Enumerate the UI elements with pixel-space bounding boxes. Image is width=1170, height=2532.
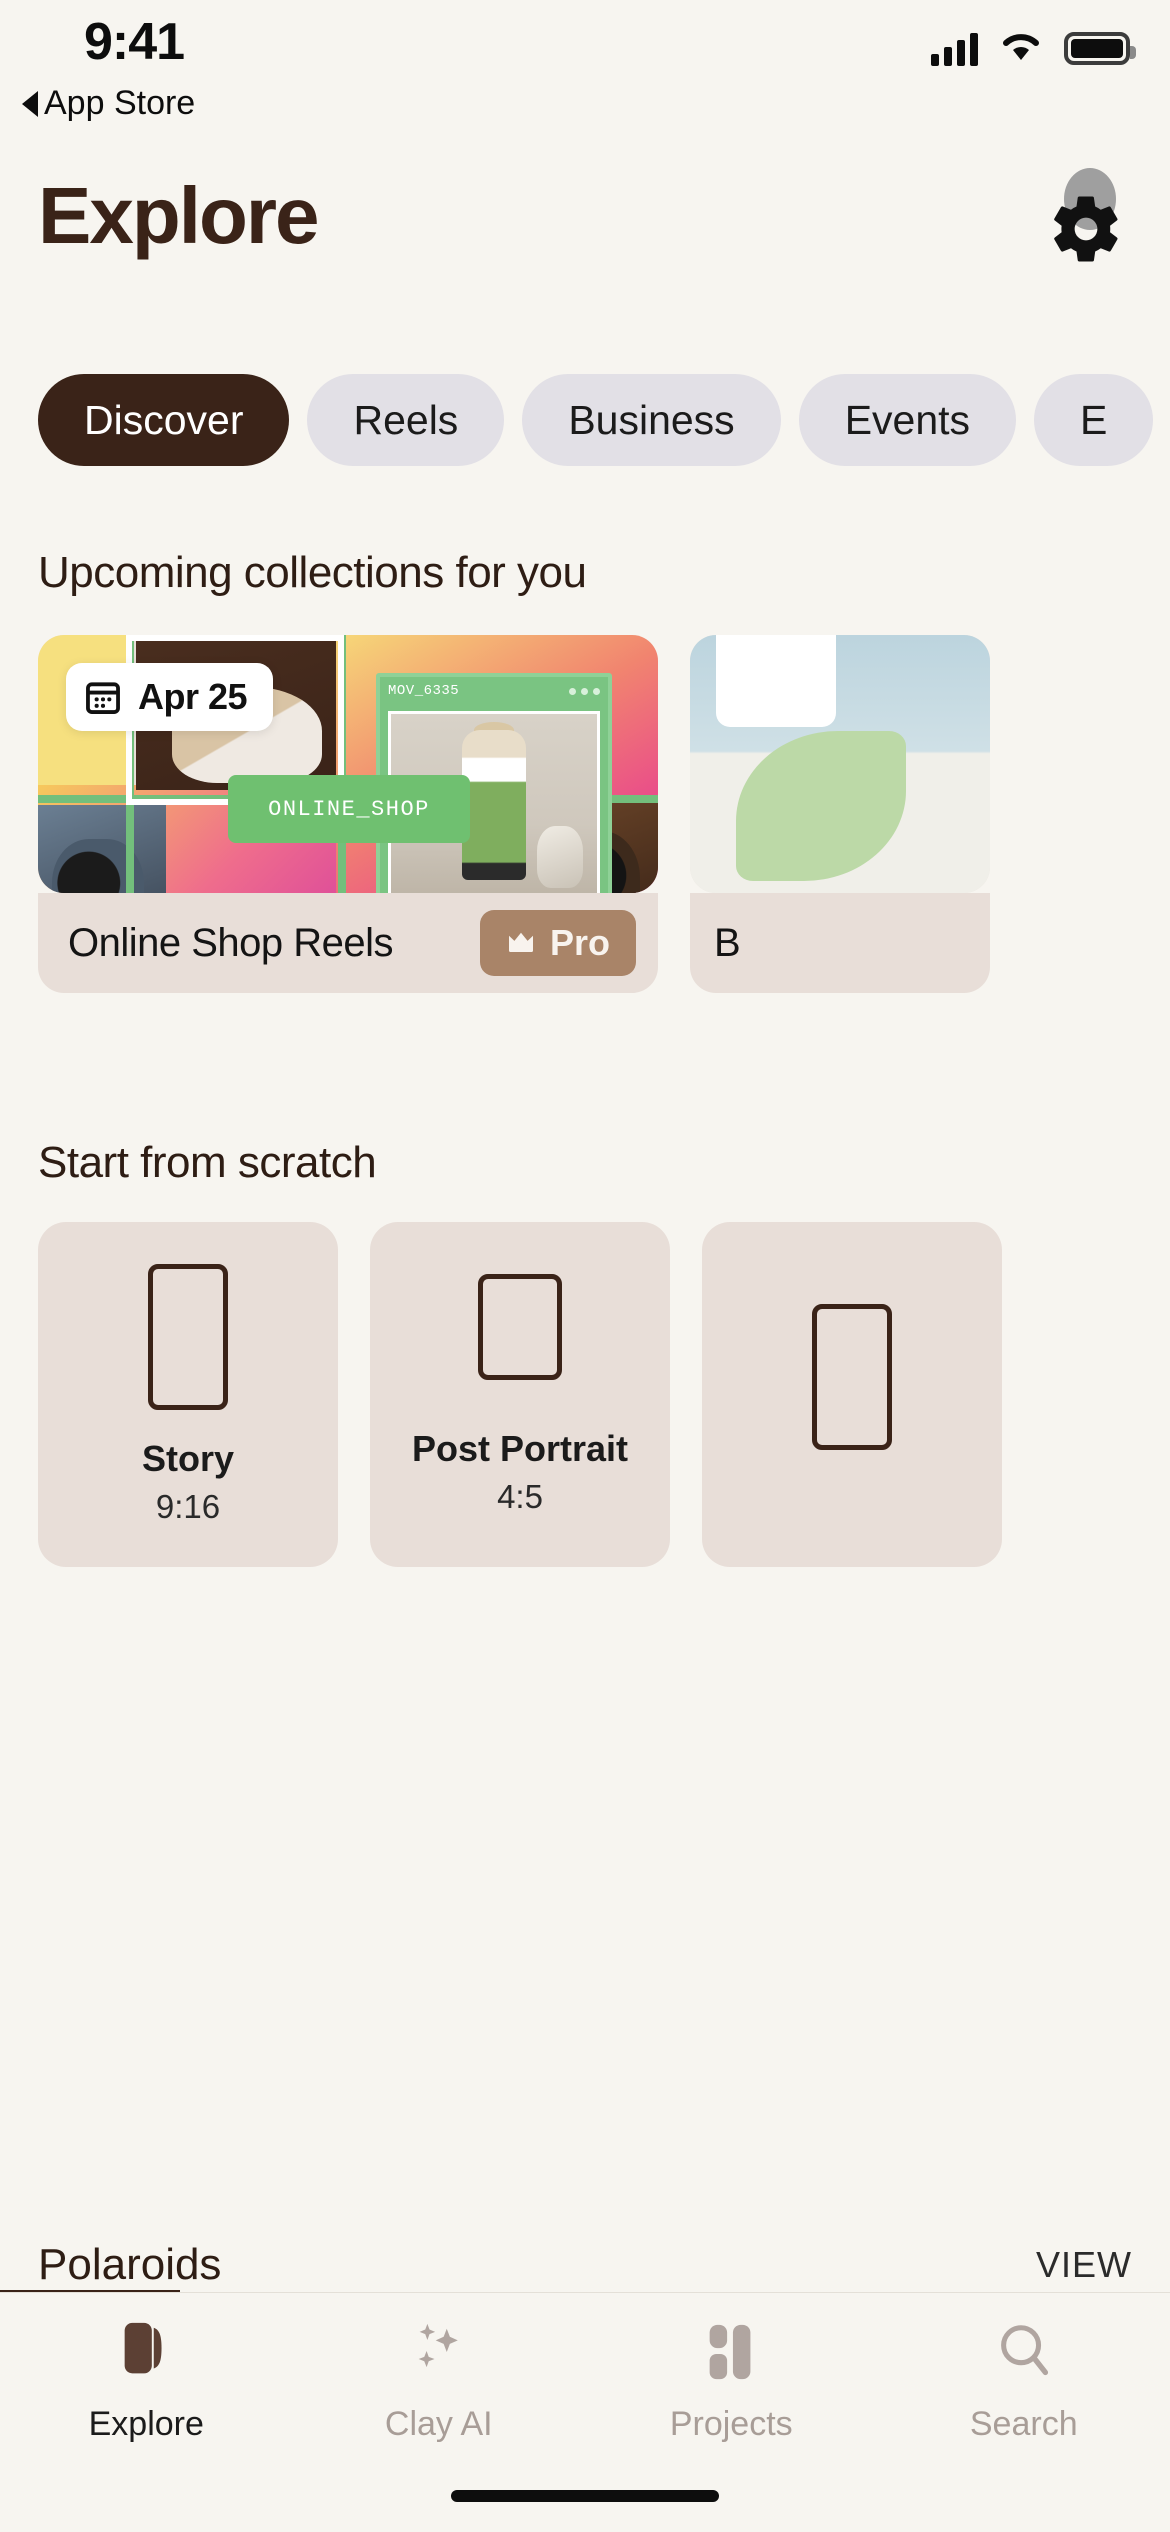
tab-events[interactable]: Events (798, 374, 1017, 466)
nav-label-projects: Projects (669, 2405, 793, 2443)
portrait-frame-icon (478, 1273, 562, 1380)
nav-label-explore: Explore (88, 2405, 204, 2443)
nav-item-projects[interactable]: Projects (585, 2319, 878, 2444)
scratch-card-partial[interactable] (702, 1222, 1002, 1567)
collection-card-footer: Online Shop Reels Pro (38, 893, 658, 993)
search-icon (994, 2319, 1054, 2385)
page-title: Explore (38, 171, 319, 260)
battery-full-icon (1064, 32, 1136, 65)
tab-partial[interactable]: E (1034, 374, 1154, 466)
nav-item-clay-ai[interactable]: Clay AI (293, 2319, 586, 2444)
category-tabs[interactable]: Discover Reels Business Events E (0, 365, 1170, 475)
bottom-navigation-bar[interactable]: Explore Clay AI Projects Search (0, 2292, 1170, 2532)
scratch-card-name: Post Portrait (411, 1427, 629, 1469)
video-window-titlebar: MOV_6335 (380, 677, 608, 705)
nav-label-search: Search (969, 2405, 1078, 2443)
portrait-frame-icon (812, 1303, 892, 1450)
triangle-left-icon (22, 90, 38, 117)
overlay-label-text: ONLINE_SHOP (268, 796, 430, 822)
collection-card-online-shop-reels[interactable]: MOV_6335 Apr 25 ONLINE_SHOP (38, 635, 658, 893)
scratch-card-ratio: 4:5 (497, 1477, 543, 1515)
polaroids-title: Polaroids (38, 2240, 222, 2289)
explore-book-icon (116, 2319, 176, 2385)
scratch-card-name: Story (141, 1437, 235, 1479)
date-badge: Apr 25 (66, 663, 274, 731)
tab-reels[interactable]: Reels (307, 374, 505, 466)
page-header: Explore (0, 168, 1170, 290)
online-shop-overlay-label: ONLINE_SHOP (228, 775, 470, 843)
pro-badge-label: Pro (549, 922, 610, 963)
scratch-card-post-portrait[interactable]: Post Portrait 4:5 (370, 1222, 670, 1567)
status-indicators (931, 30, 1136, 67)
wifi-icon (1000, 30, 1042, 67)
scratch-templates-row[interactable]: Story 9:16 Post Portrait 4:5 (0, 1222, 1170, 1567)
portrait-frame-icon (148, 1263, 228, 1410)
tab-discover[interactable]: Discover (38, 374, 290, 466)
calendar-icon (86, 682, 120, 714)
collections-carousel[interactable]: MOV_6335 Apr 25 ONLINE_SHOP (0, 635, 1170, 893)
collection-card-title: Online Shop Reels (68, 920, 394, 965)
date-badge-label: Apr 25 (138, 676, 248, 717)
crown-icon (508, 932, 533, 952)
nav-item-explore[interactable]: Explore (0, 2319, 293, 2444)
collection-card-next[interactable] (690, 635, 990, 893)
gear-icon (1054, 196, 1118, 262)
back-to-app-store-link[interactable]: App Store (22, 84, 195, 123)
status-time: 9:41 (84, 13, 185, 71)
start-from-scratch-heading: Start from scratch (38, 1138, 377, 1187)
next-card-media (690, 635, 990, 893)
upcoming-collections-heading: Upcoming collections for you (38, 548, 587, 597)
polaroids-view-link[interactable]: VIEW (1036, 2244, 1132, 2286)
pro-badge[interactable]: Pro (479, 910, 636, 976)
status-bar: 9:41 App Store (0, 0, 1170, 135)
nav-label-clay-ai: Clay AI (384, 2405, 493, 2443)
scratch-card-story[interactable]: Story 9:16 (38, 1222, 338, 1567)
blocks-icon (702, 2319, 760, 2385)
home-indicator (451, 2490, 719, 2502)
tab-business[interactable]: Business (522, 374, 781, 466)
window-dots-icon (569, 687, 600, 695)
video-file-label: MOV_6335 (388, 683, 460, 699)
collection-card-media: MOV_6335 Apr 25 ONLINE_SHOP (38, 635, 658, 893)
scratch-card-ratio: 9:16 (155, 1487, 221, 1525)
cellular-signal-icon (931, 32, 978, 66)
nav-item-search[interactable]: Search (878, 2319, 1170, 2444)
collection-card-next-footer: B (690, 893, 990, 993)
sparkles-icon (408, 2319, 470, 2385)
back-label: App Store (44, 84, 196, 122)
settings-button[interactable] (1040, 168, 1130, 264)
collection-card-next-title: B (714, 920, 741, 965)
